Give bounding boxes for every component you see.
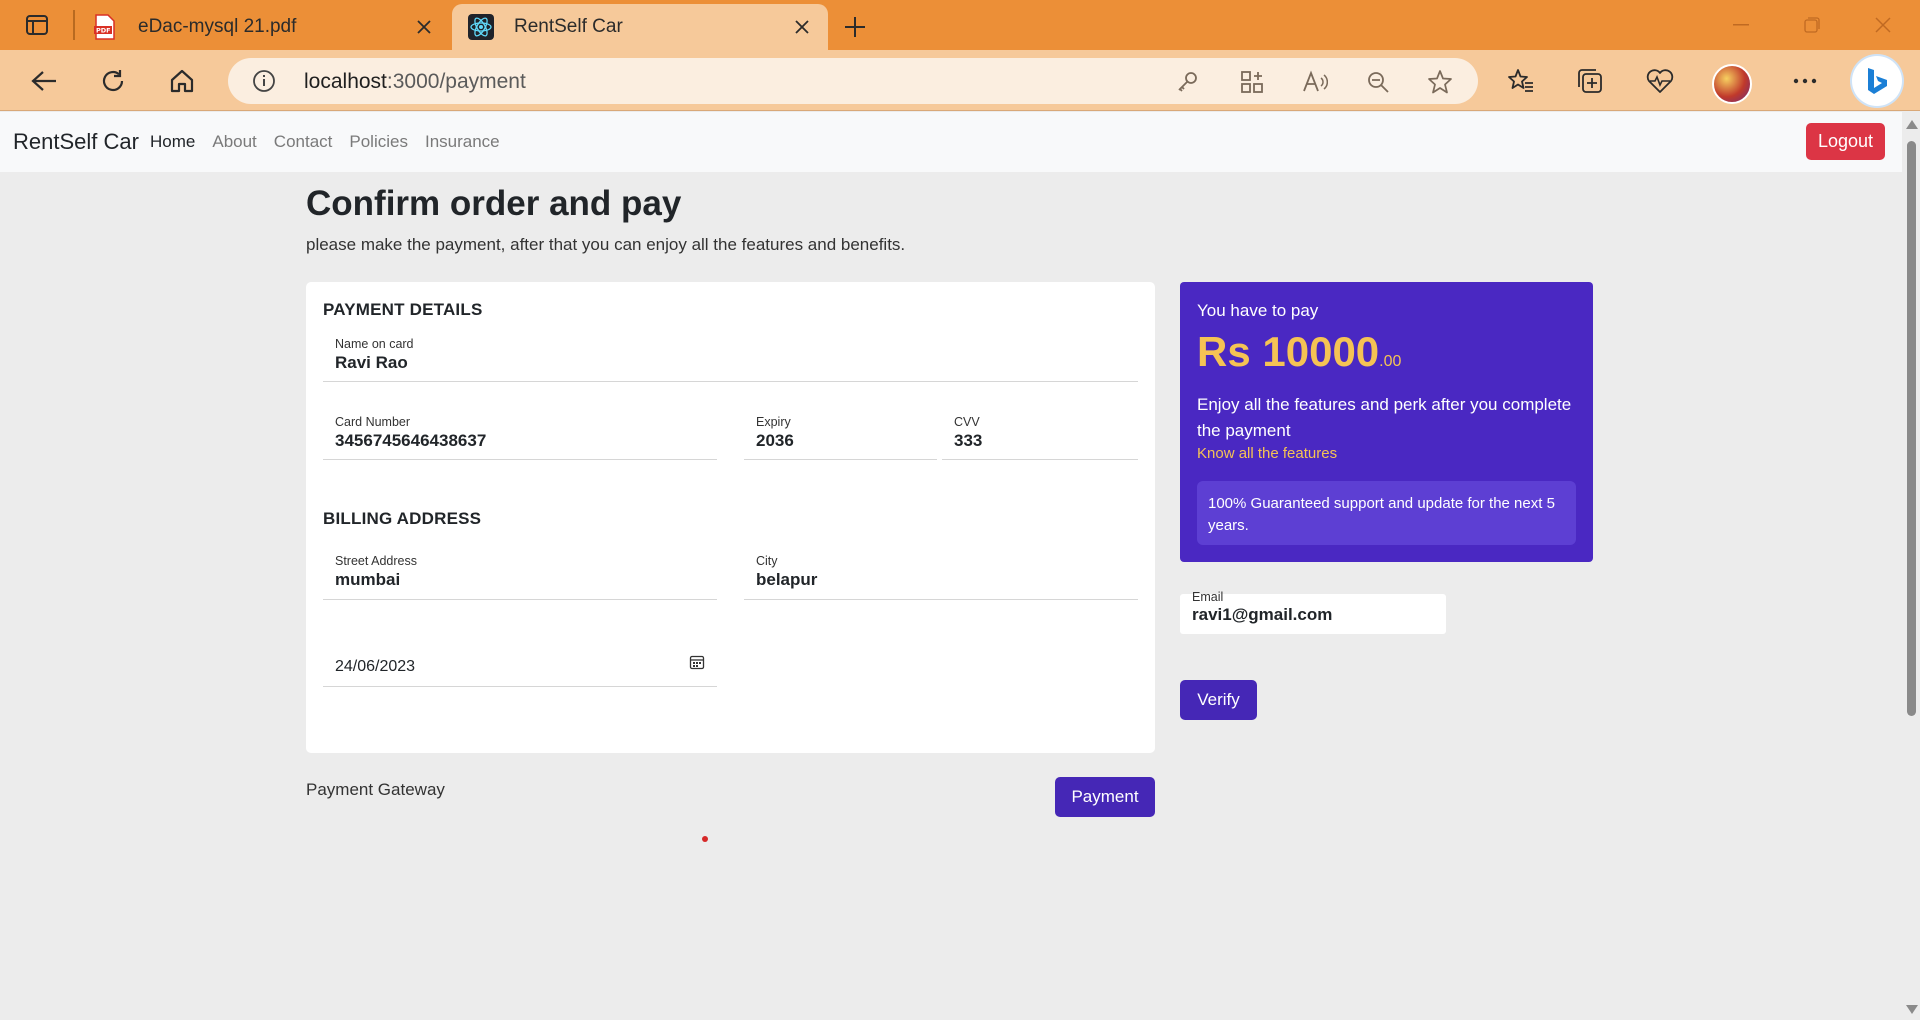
- street-address-field[interactable]: Street Address mumbai: [323, 554, 717, 600]
- field-label: Expiry: [756, 415, 791, 429]
- field-label: Card Number: [335, 415, 411, 429]
- favorites-icon[interactable]: [1501, 62, 1541, 100]
- field-value: mumbai: [335, 570, 401, 589]
- currency: Rs: [1197, 328, 1251, 375]
- amount-display: Rs 10000.00: [1197, 328, 1401, 376]
- url-host: localhost: [304, 70, 387, 93]
- field-value: 333: [954, 431, 983, 450]
- logout-button[interactable]: Logout: [1806, 123, 1885, 160]
- new-tab-icon[interactable]: [840, 12, 870, 42]
- cvv-field[interactable]: CVV 333: [942, 415, 1138, 460]
- tab-actions-icon[interactable]: [20, 12, 54, 38]
- cursor-dot: [702, 836, 708, 842]
- field-value: belapur: [756, 570, 818, 589]
- nav-link-insurance[interactable]: Insurance: [425, 132, 500, 152]
- zoom-out-icon[interactable]: [1364, 68, 1392, 96]
- pay-text: You have to pay: [1197, 301, 1319, 320]
- nav-link-contact[interactable]: Contact: [274, 132, 333, 152]
- billing-address-heading: BILLING ADDRESS: [323, 509, 482, 528]
- key-icon[interactable]: [1174, 68, 1202, 96]
- home-icon[interactable]: [162, 62, 202, 100]
- minimize-icon[interactable]: [1718, 10, 1764, 40]
- scrollbar-thumb[interactable]: [1907, 141, 1916, 716]
- name-on-card-field[interactable]: Name on card Ravi Rao: [323, 337, 1138, 382]
- nav-link-about[interactable]: About: [212, 132, 256, 152]
- restore-icon[interactable]: [1789, 10, 1835, 40]
- close-window-icon[interactable]: [1860, 10, 1906, 40]
- field-label: City: [756, 554, 778, 568]
- scroll-up-icon[interactable]: [1906, 120, 1918, 129]
- site-brand[interactable]: RentSelf Car: [13, 129, 139, 155]
- field-label: Name on card: [335, 337, 414, 351]
- browser-tab-pdf[interactable]: PDF eDac-mysql 21.pdf: [88, 4, 450, 50]
- page-subtitle: please make the payment, after that you …: [306, 235, 906, 254]
- card-number-field[interactable]: Card Number 3456745646438637: [323, 415, 717, 460]
- browser-tab-rentself[interactable]: RentSelf Car: [452, 4, 828, 50]
- payment-details-heading: PAYMENT DETAILS: [323, 300, 483, 319]
- expiry-field[interactable]: Expiry 2036: [744, 415, 937, 460]
- favorite-star-icon[interactable]: [1426, 68, 1454, 96]
- close-tab-icon[interactable]: [412, 15, 436, 39]
- email-field[interactable]: Email ravi1@gmail.com: [1180, 590, 1446, 634]
- refresh-icon[interactable]: [93, 62, 133, 100]
- field-value: ravi1@gmail.com: [1192, 605, 1333, 624]
- field-label: CVV: [954, 415, 980, 429]
- nav-link-home[interactable]: Home: [150, 132, 195, 152]
- svg-text:PDF: PDF: [96, 27, 111, 35]
- browser-toolbar: localhost:3000/payment: [0, 50, 1920, 111]
- profile-avatar[interactable]: [1712, 64, 1752, 104]
- url-text: localhost:3000/payment: [304, 70, 526, 94]
- page-scrollbar[interactable]: [1902, 112, 1920, 1020]
- payment-form-card: PAYMENT DETAILS Name on card Ravi Rao Ca…: [306, 282, 1155, 753]
- back-icon[interactable]: [24, 62, 64, 100]
- amount-cents: .00: [1379, 353, 1402, 370]
- tab-title: eDac-mysql 21.pdf: [138, 16, 297, 37]
- nav-link-policies[interactable]: Policies: [349, 132, 408, 152]
- scroll-down-icon[interactable]: [1906, 1005, 1918, 1014]
- site-info-icon[interactable]: [252, 69, 276, 93]
- perk-text: Enjoy all the features and perk after yo…: [1197, 395, 1572, 440]
- more-options-icon[interactable]: [1785, 62, 1825, 100]
- site-navbar: RentSelf Car Home About Contact Policies…: [0, 112, 1902, 172]
- calendar-icon[interactable]: [689, 654, 705, 670]
- tab-separator: [73, 10, 75, 40]
- features-link[interactable]: Know all the features: [1197, 445, 1337, 462]
- page-title: Confirm order and pay: [306, 184, 682, 223]
- guarantee-box: 100% Guaranteed support and update for t…: [1197, 481, 1576, 545]
- amount-value: 10000: [1262, 328, 1380, 375]
- address-bar[interactable]: localhost:3000/payment: [228, 58, 1478, 104]
- field-label: Street Address: [335, 554, 417, 568]
- url-path: :3000/payment: [386, 70, 526, 93]
- payment-summary-panel: You have to pay Rs 10000.00 Enjoy all th…: [1180, 282, 1593, 562]
- pdf-icon: PDF: [92, 14, 118, 40]
- tab-title: RentSelf Car: [514, 16, 623, 37]
- page-viewport: RentSelf Car Home About Contact Policies…: [0, 112, 1902, 1020]
- field-value: Ravi Rao: [335, 353, 408, 372]
- field-label: Email: [1192, 590, 1224, 604]
- field-value: 2036: [756, 431, 794, 450]
- close-tab-icon[interactable]: [790, 15, 814, 39]
- payment-gateway-label: Payment Gateway: [306, 780, 445, 799]
- date-field[interactable]: 24/06/2023: [323, 632, 717, 687]
- read-aloud-icon[interactable]: [1301, 68, 1329, 96]
- nav-links: Home About Contact Policies Insurance: [150, 132, 500, 152]
- browser-essentials-icon[interactable]: [1640, 62, 1680, 100]
- payment-button[interactable]: Payment: [1055, 777, 1155, 817]
- bing-copilot-icon[interactable]: [1852, 56, 1902, 106]
- collections-icon[interactable]: [1570, 62, 1610, 100]
- browser-tab-bar: PDF eDac-mysql 21.pdf RentSelf Car: [0, 0, 1920, 50]
- city-field[interactable]: City belapur: [744, 554, 1138, 600]
- verify-button[interactable]: Verify: [1180, 680, 1257, 720]
- field-value: 24/06/2023: [335, 658, 416, 675]
- apps-icon[interactable]: [1238, 68, 1266, 96]
- field-value: 3456745646438637: [335, 431, 487, 450]
- react-icon: [468, 14, 494, 40]
